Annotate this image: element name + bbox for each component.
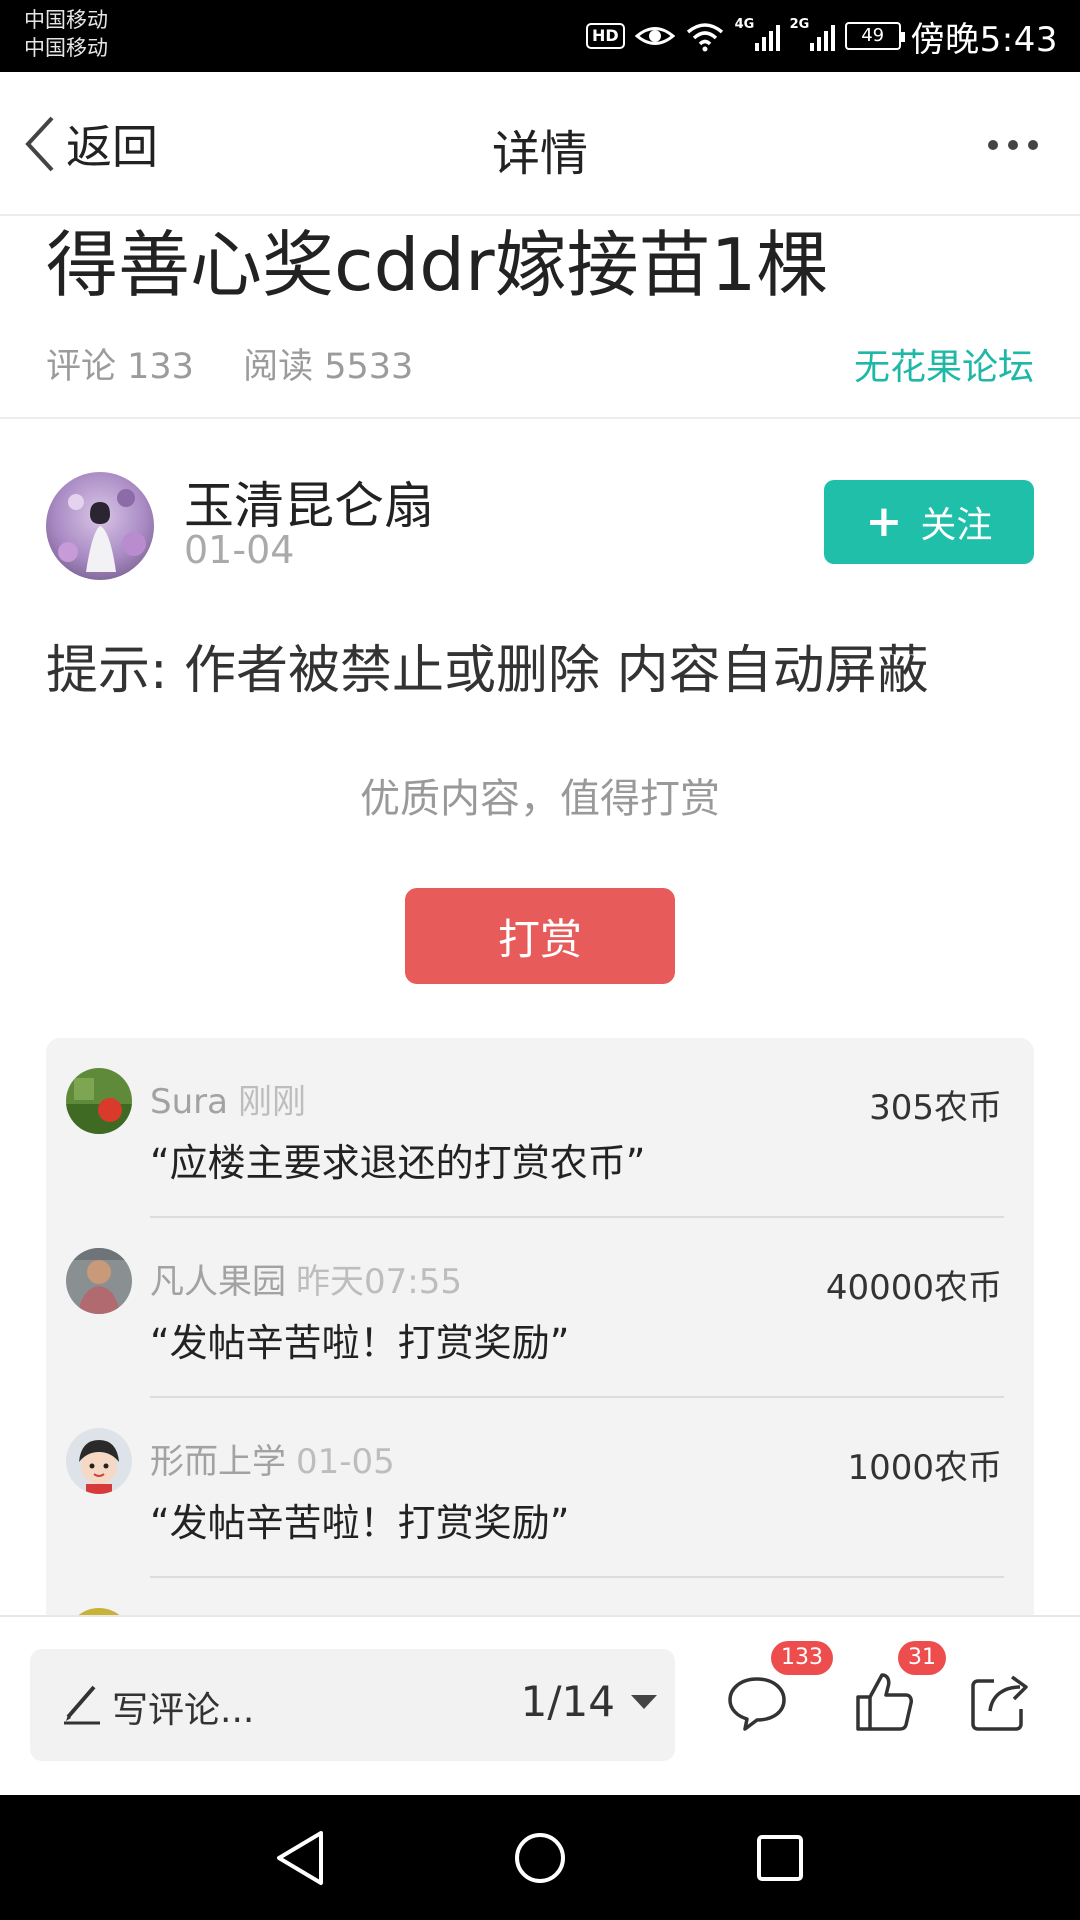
- like-count-badge: 31: [898, 1641, 946, 1675]
- hd-icon: HD: [585, 23, 625, 49]
- pen-icon: [64, 1685, 100, 1725]
- reward-user-avatar-image: [66, 1248, 132, 1314]
- post-meta: 评论 133 阅读 5533: [46, 338, 451, 389]
- nav-home-icon: [515, 1833, 565, 1883]
- reward-user-avatar-image: [66, 1428, 132, 1494]
- reward-amount: 40000农币: [825, 1268, 1002, 1308]
- forum-link[interactable]: 无花果论坛: [854, 338, 1034, 390]
- follow-label: 关注: [920, 505, 993, 546]
- reward-user-avatar-image: [66, 1068, 132, 1134]
- reward-item: 凡人果园 昨天07:55 40000农币 “发帖辛苦啦！打赏奖励”: [46, 1218, 1034, 1398]
- net-type-2: 2G: [789, 17, 810, 32]
- bottom-action-bar: 写评论... 1/14 133 31: [0, 1615, 1080, 1795]
- reward-amount: 1000农币: [847, 1448, 1002, 1488]
- reward-user-avatar[interactable]: [66, 1248, 132, 1314]
- reward-time: 昨天07:55: [296, 1262, 462, 1302]
- blocked-notice: 提示: 作者被禁止或删除 内容自动屏蔽: [46, 641, 929, 701]
- reward-item: 形而上学 01-05 1000农币 “发帖辛苦啦！打赏奖励”: [46, 1398, 1034, 1578]
- reward-hint: 优质内容，值得打赏: [360, 776, 720, 822]
- divider: [0, 417, 1080, 419]
- reward-message: “发帖辛苦啦！打赏奖励”: [150, 1321, 570, 1365]
- reward-button[interactable]: 打赏: [405, 888, 675, 984]
- top-nav-bar: 返回 详情: [0, 72, 1080, 216]
- dropdown-triangle-icon: [631, 1694, 657, 1709]
- reward-user-name[interactable]: Sura: [150, 1082, 228, 1122]
- comment-input[interactable]: 写评论... 1/14: [30, 1649, 675, 1761]
- comment-bubble-icon: [728, 1677, 786, 1731]
- carrier-2: 中国移动: [24, 36, 108, 60]
- share-button[interactable]: [968, 1669, 1032, 1733]
- status-bar: 中国移动 中国移动 HD 4G 2G 49 傍晚5:43: [0, 0, 1080, 72]
- reward-user-line: 凡人果园 昨天07:55: [150, 1254, 462, 1303]
- reward-amount: 305农币: [869, 1088, 1002, 1128]
- system-nav-bar: [0, 1795, 1080, 1920]
- share-icon: [971, 1675, 1028, 1731]
- page-title: 详情: [491, 126, 588, 182]
- nav-back-icon: [277, 1831, 323, 1885]
- post-title: 得善心奖cddr嫁接苗1棵: [46, 223, 829, 307]
- reward-message: “发帖辛苦啦！打赏奖励”: [150, 1501, 570, 1545]
- more-button[interactable]: [988, 130, 1038, 160]
- wifi-icon: [686, 23, 723, 52]
- eye-icon: [634, 27, 675, 45]
- page-indicator: 1/14: [520, 1677, 615, 1726]
- comment-count-label: 评论 133: [46, 347, 194, 387]
- page-selector[interactable]: 1/14: [521, 1677, 657, 1726]
- reward-list: Sura 刚刚 305农币 “应楼主要求退还的打赏农币” 凡人果园 昨天07:55 …: [46, 1038, 1034, 1618]
- reward-user-avatar[interactable]: [66, 1428, 132, 1494]
- battery-level: 49: [861, 25, 885, 46]
- comment-placeholder: 写评论...: [112, 1690, 255, 1731]
- reward-user-name[interactable]: 凡人果园: [150, 1262, 286, 1302]
- more-dots-icon: [988, 140, 998, 150]
- reward-time: 01-05: [296, 1442, 395, 1482]
- author-avatar[interactable]: [46, 472, 154, 580]
- reward-time: 刚刚: [237, 1082, 306, 1122]
- net-type-1: 4G: [734, 17, 755, 32]
- clock: 傍晚5:43: [910, 19, 1058, 60]
- carrier-1: 中国移动: [24, 8, 108, 32]
- battery-icon: 49: [844, 22, 905, 50]
- reward-user-line: Sura 刚刚: [150, 1074, 306, 1123]
- comments-button[interactable]: 133: [725, 1641, 833, 1733]
- comment-count-badge: 133: [771, 1641, 833, 1675]
- carrier-labels: 中国移动 中国移动: [24, 6, 108, 62]
- plus-icon: +: [865, 496, 903, 547]
- nav-back-button[interactable]: [265, 1823, 335, 1893]
- reward-user-line: 形而上学 01-05: [150, 1434, 395, 1483]
- read-count-label: 阅读 5533: [243, 347, 414, 387]
- reward-user-avatar[interactable]: [66, 1068, 132, 1134]
- author-date: 01-04: [184, 528, 295, 572]
- nav-recents-button[interactable]: [745, 1823, 815, 1893]
- nav-home-button[interactable]: [505, 1823, 575, 1893]
- reward-item-partial: [46, 1578, 1034, 1618]
- follow-button[interactable]: + 关注: [824, 480, 1034, 564]
- reward-message: “应楼主要求退还的打赏农币”: [150, 1141, 646, 1185]
- reward-item: Sura 刚刚 305农币 “应楼主要求退还的打赏农币”: [46, 1038, 1034, 1218]
- nav-recents-icon: [757, 1835, 803, 1881]
- status-icons: HD 4G 2G 49 傍晚5:43: [585, 14, 1058, 60]
- signal-4g-icon: 4G: [735, 17, 780, 51]
- like-button[interactable]: 31: [852, 1641, 946, 1733]
- thumbs-up-icon: [856, 1673, 913, 1731]
- reward-user-name[interactable]: 形而上学: [150, 1442, 286, 1482]
- signal-2g-icon: 2G: [790, 17, 835, 51]
- author-avatar-image: [46, 472, 154, 580]
